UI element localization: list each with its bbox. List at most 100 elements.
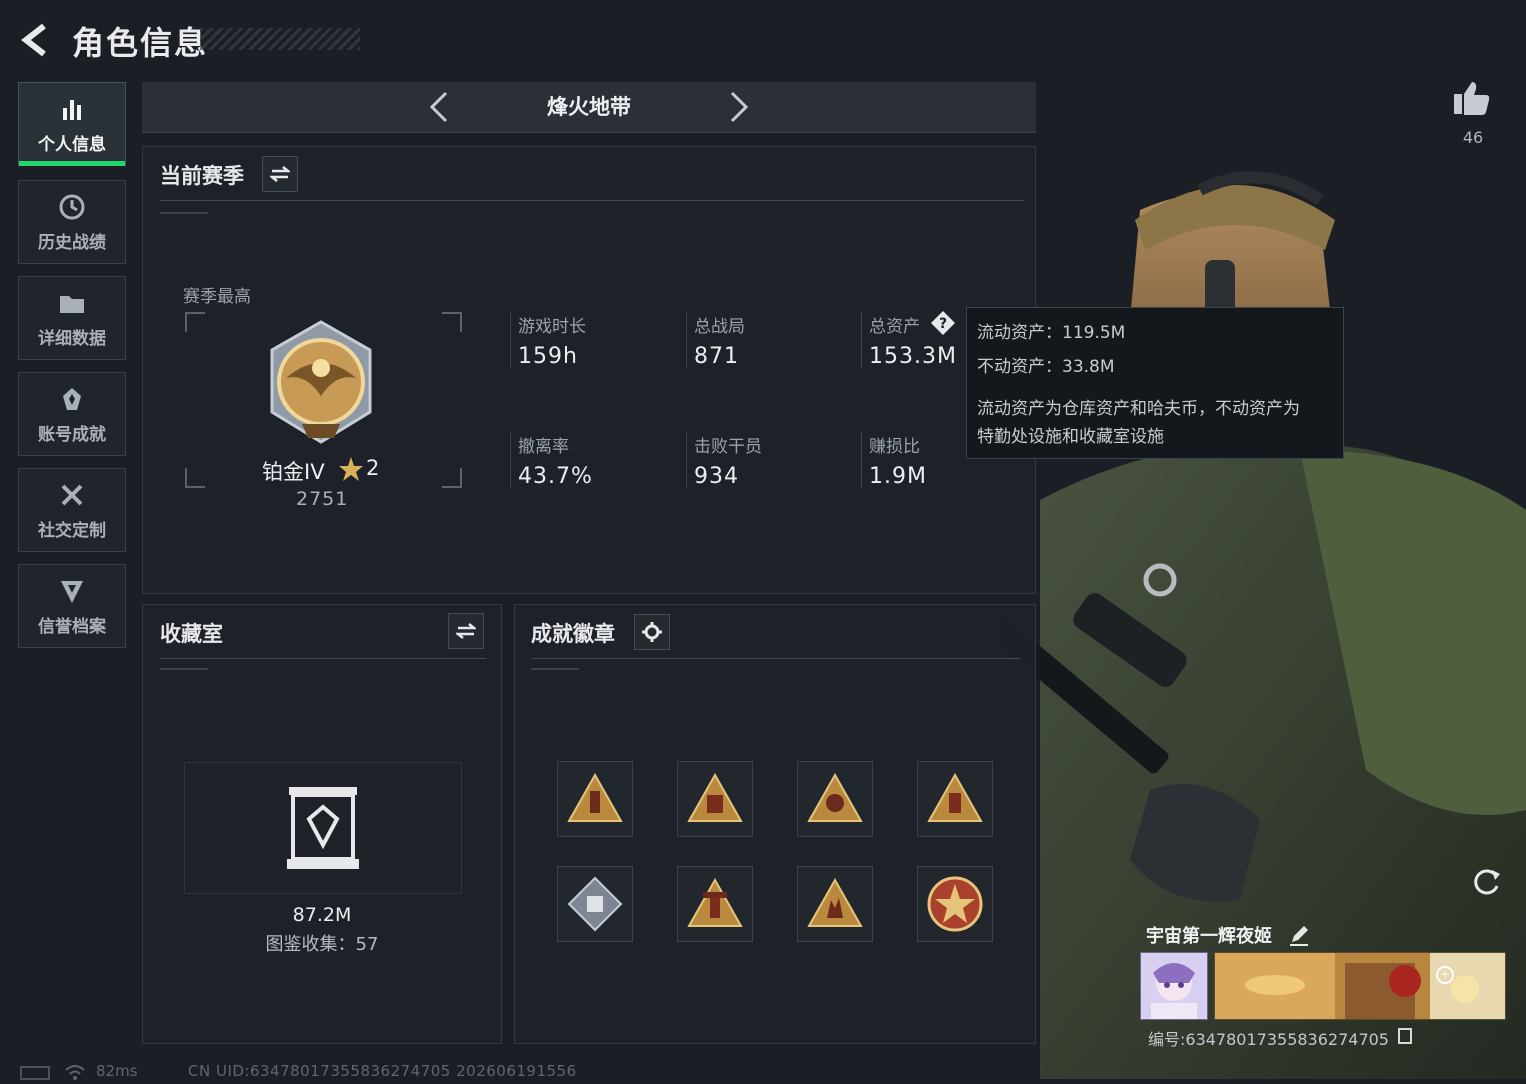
triangle-badge-icon — [807, 877, 863, 927]
profile-banner[interactable] — [1214, 952, 1506, 1020]
mode-selector-bar: 烽火地带 — [142, 82, 1036, 133]
collection-display[interactable] — [184, 762, 462, 894]
swap-arrows-icon — [456, 623, 476, 639]
achievement-star-icon — [63, 387, 81, 410]
divider — [531, 668, 579, 670]
season-title: 当前赛季 — [160, 164, 244, 188]
title-decoration — [200, 28, 360, 50]
chevron-right-icon — [730, 91, 749, 123]
achievement-badge[interactable] — [677, 761, 753, 837]
divider — [160, 200, 1024, 201]
star-icon — [338, 456, 364, 486]
divider — [686, 312, 687, 368]
page-title: 角色信息 — [72, 24, 209, 62]
like-count: 46 — [1462, 128, 1484, 147]
chevron-left-icon — [429, 91, 448, 123]
rank-stars: 2 — [366, 456, 380, 480]
stat-label: 赚损比 — [869, 437, 920, 457]
add-icon[interactable]: + — [1436, 966, 1454, 984]
pencil-icon — [1290, 926, 1308, 946]
achievement-badge[interactable] — [917, 761, 993, 837]
svg-text:?: ? — [939, 316, 947, 332]
triangle-badge-icon — [567, 772, 623, 822]
sidebar-item-label: 个人信息 — [38, 134, 106, 155]
sidebar-item-match-history[interactable]: 历史战绩 — [18, 180, 126, 264]
star-medal-badge-icon — [927, 876, 983, 932]
sidebar-item-reputation[interactable]: 信誉档案 — [18, 564, 126, 648]
refresh-icon — [1474, 869, 1500, 895]
footer-uid: CN UID:6347801735583627470​5 20260619155… — [188, 1062, 577, 1080]
stat-label: 击败干员 — [694, 437, 762, 457]
divider — [160, 212, 208, 214]
stat-value: 153.3M — [869, 344, 957, 369]
rank-name: 铂金IV — [262, 460, 325, 484]
achievement-badge[interactable] — [797, 761, 873, 837]
wifi-icon — [64, 1062, 86, 1084]
achievement-badge[interactable] — [797, 866, 873, 942]
divider — [686, 432, 687, 488]
tools-icon — [61, 484, 83, 505]
edit-name-button[interactable] — [1288, 924, 1310, 950]
triangle-badge-icon — [687, 877, 743, 927]
shield-emblem-icon — [61, 580, 83, 603]
copy-icon[interactable] — [1398, 1028, 1412, 1044]
wifi-signal-icon — [65, 1065, 85, 1080]
badges-settings-button[interactable] — [634, 614, 670, 650]
achievement-badge[interactable] — [917, 866, 993, 942]
rank-points: 2751 — [296, 488, 349, 510]
sidebar-item-label: 账号成就 — [38, 424, 106, 445]
season-switch-button[interactable] — [262, 156, 298, 192]
sidebar-item-personal-info[interactable]: 个人信息 — [18, 82, 126, 166]
assets-tooltip: 流动资产：119.5M 不动资产：33.8M 流动资产为仓库资产和哈夫币，不动资… — [966, 307, 1344, 459]
anime-avatar-image — [1141, 953, 1207, 1019]
stat-label: 撤离率 — [518, 437, 569, 457]
stat-value: 159h — [518, 344, 578, 369]
collection-switch-button[interactable] — [448, 613, 484, 649]
prev-mode-button[interactable] — [424, 90, 458, 124]
rotate-view-button[interactable] — [1466, 862, 1506, 902]
question-icon: ? — [931, 311, 955, 335]
avatar[interactable] — [1140, 952, 1208, 1020]
next-mode-button[interactable] — [720, 90, 754, 124]
stat-label: 游戏时长 — [518, 317, 586, 337]
back-button[interactable] — [16, 20, 56, 60]
sidebar-item-detailed-data[interactable]: 详细数据 — [18, 276, 126, 360]
folder-icon — [60, 295, 84, 313]
achievement-badge[interactable] — [557, 866, 633, 942]
platinum-rank-icon — [270, 320, 372, 444]
divider — [160, 668, 208, 670]
bar-chart-icon — [63, 99, 81, 120]
thumbs-up-icon — [1454, 82, 1490, 115]
achievement-badge[interactable] — [677, 866, 753, 942]
frame-corner — [442, 312, 462, 332]
like-button[interactable] — [1452, 80, 1492, 120]
sidebar-item-label: 信誉档案 — [38, 616, 106, 637]
mode-title: 烽火地带 — [547, 95, 631, 119]
divider — [510, 312, 511, 368]
sidebar-item-social[interactable]: 社交定制 — [18, 468, 126, 552]
stat-label: 总战局 — [694, 317, 745, 337]
triangle-badge-icon — [927, 772, 983, 822]
sidebar-item-achievements[interactable]: 账号成就 — [18, 372, 126, 456]
divider — [861, 432, 862, 488]
frame-corner — [442, 468, 462, 488]
tooltip-liquid-assets: 流动资产：119.5M — [977, 323, 1126, 343]
battery-icon — [20, 1066, 50, 1080]
stat-value: 43.7% — [518, 464, 593, 489]
divider — [861, 312, 862, 368]
achievement-badge[interactable] — [557, 761, 633, 837]
player-id: 编号:634780173558362747​05 — [1148, 1030, 1389, 1049]
banner-image — [1215, 953, 1505, 1019]
stat-label: 总资产 — [869, 317, 920, 337]
divider — [510, 432, 511, 488]
frame-corner — [185, 312, 205, 332]
gold-star-icon — [339, 457, 363, 481]
rank-emblem — [258, 320, 384, 450]
help-button[interactable]: ? — [930, 310, 956, 340]
back-arrow-icon — [21, 23, 46, 57]
stat-value: 934 — [694, 464, 739, 489]
swap-arrows-icon — [270, 166, 290, 182]
divider — [531, 658, 1021, 659]
triangle-badge-icon — [807, 772, 863, 822]
tooltip-description: 特勤处设施和收藏室设施 — [977, 427, 1164, 447]
